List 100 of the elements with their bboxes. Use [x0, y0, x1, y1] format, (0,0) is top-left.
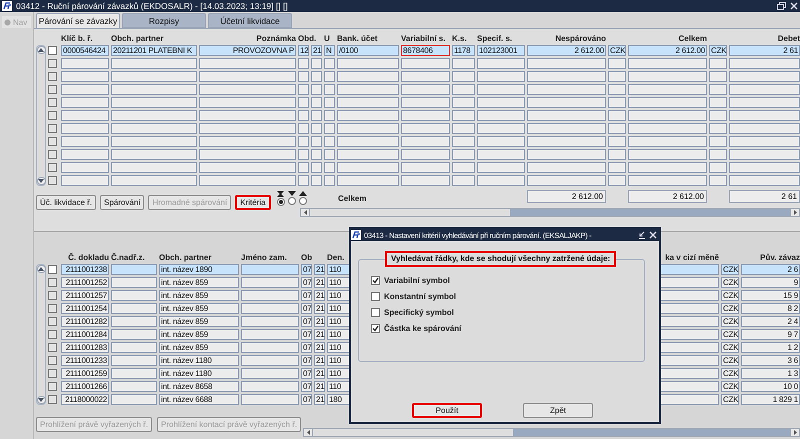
- column-header: Specif. s.: [477, 34, 512, 44]
- table-cell: 12: [298, 45, 309, 56]
- table-cell: CZK: [721, 355, 739, 366]
- table-cell: int. název 1890: [159, 264, 239, 275]
- table-cell: 21: [314, 290, 325, 301]
- dialog-button[interactable]: Použít: [412, 403, 482, 418]
- column-header: Obch. partner: [111, 34, 164, 44]
- table-cell: 21: [314, 277, 325, 288]
- table-cell: 21: [314, 381, 325, 392]
- total-field: 2 612.00: [628, 190, 707, 203]
- tab[interactable]: Párování se závazky: [36, 13, 120, 28]
- table-cell: 07: [301, 316, 312, 327]
- table-cell: 07: [301, 368, 312, 379]
- table-cell: int. název 859: [159, 277, 239, 288]
- action-button[interactable]: Úč. likvidace ř.: [36, 195, 96, 210]
- table-cell: 8678406: [401, 45, 450, 56]
- column-header: K.s.: [452, 34, 467, 44]
- table-cell: 2 61: [729, 45, 800, 56]
- table-cell: 1178: [452, 45, 475, 56]
- table-cell: 2 4: [741, 316, 800, 327]
- table-cell: 21: [314, 394, 325, 405]
- table-cell: 2111001238: [61, 264, 109, 275]
- table-cell: CZK: [721, 290, 739, 301]
- column-header: Jméno zam.: [241, 253, 287, 263]
- column-header: Nespárováno: [555, 34, 606, 44]
- option-label: Konstantní symbol: [384, 292, 456, 301]
- table-cell: 1 829 1: [741, 394, 800, 405]
- table-cell: 2111001257: [61, 290, 109, 301]
- table-cell: int. název 8658: [159, 381, 239, 392]
- column-header: Č. dokladu: [68, 253, 109, 263]
- totals-label: Celkem: [338, 194, 366, 202]
- dialog-button[interactable]: Zpět: [523, 403, 593, 418]
- window-title: 03412 - Ruční párování závazků (EKDOSALR) - [14.03.2023; 13:19] [] []: [16, 1, 288, 11]
- table-cell: 07: [301, 277, 312, 288]
- table-cell: int. název 859: [159, 316, 239, 327]
- group-label: Vyhledávat řádky, kde se shodují všechny zatržené údaje:: [385, 251, 616, 267]
- table-cell: 21: [314, 355, 325, 366]
- tab[interactable]: Účetní likvidace: [208, 13, 292, 28]
- table-cell: int. název 6688: [159, 394, 239, 405]
- total-field: 2 612.00: [527, 190, 606, 203]
- table-cell: CZK: [721, 368, 739, 379]
- column-header: Obd.: [298, 34, 316, 44]
- column-header: Č.nadř.z.: [111, 253, 145, 263]
- table-cell: int. název 859: [159, 290, 239, 301]
- table-cell: 10 0: [741, 381, 800, 392]
- option-label: Částka ke spárování: [384, 324, 462, 333]
- table-cell: CZK: [709, 45, 727, 56]
- table-cell: 21: [314, 303, 325, 314]
- total-field: 2 61: [729, 190, 800, 203]
- option-label: Variabilní symbol: [384, 276, 450, 285]
- table-cell: 1 2: [741, 342, 800, 353]
- table-cell: 2 612.00: [628, 45, 707, 56]
- table-cell: 1 3: [741, 368, 800, 379]
- table-cell: 21: [314, 342, 325, 353]
- table-cell: CZK: [721, 329, 739, 340]
- column-header: Variabilní s.: [401, 34, 446, 44]
- table-cell: 9 7: [741, 329, 800, 340]
- table-cell: 2111001266: [61, 381, 109, 392]
- table-cell: 2111001233: [61, 355, 109, 366]
- table-cell: 0000546424: [61, 45, 109, 56]
- table-cell: 20211201 PLATEBNI K: [111, 45, 197, 56]
- table-cell: 2 6: [741, 264, 800, 275]
- table-cell: CZK: [721, 277, 739, 288]
- table-cell: 07: [301, 342, 312, 353]
- column-header: Bank. účet: [337, 34, 378, 44]
- table-cell: 07: [301, 264, 312, 275]
- table-cell: 07: [301, 394, 312, 405]
- table-cell: 9: [741, 277, 800, 288]
- table-cell: 21: [314, 264, 325, 275]
- tab[interactable]: Rozpisy: [122, 13, 206, 28]
- column-header: Celkem: [678, 34, 707, 44]
- table-cell: CZK: [721, 316, 739, 327]
- table-cell: 07: [301, 303, 312, 314]
- table-cell: 07: [301, 329, 312, 340]
- table-cell: 2111001282: [61, 316, 109, 327]
- column-header: ka v cizí měně: [665, 253, 719, 263]
- table-cell: 2111001283: [61, 342, 109, 353]
- table-cell: 21: [314, 368, 325, 379]
- table-cell: PROVOZOVNA P: [199, 45, 296, 56]
- table-cell: /0100: [337, 45, 399, 56]
- table-cell: 2111001284: [61, 329, 109, 340]
- table-cell: 2118000022: [61, 394, 109, 405]
- column-header: U: [324, 34, 330, 44]
- table-cell: int. název 859: [159, 342, 239, 353]
- table-cell: 07: [301, 381, 312, 392]
- column-header: Debet: [778, 34, 800, 44]
- table-cell: CZK: [721, 303, 739, 314]
- column-header: Obch. partner: [159, 253, 212, 263]
- action-button[interactable]: Kritéria: [235, 195, 271, 210]
- table-cell: 2111001259: [61, 368, 109, 379]
- table-cell: 07: [301, 355, 312, 366]
- table-cell: CZK: [721, 381, 739, 392]
- action-button[interactable]: Spárování: [100, 195, 144, 210]
- column-header: Klíč b. ř.: [61, 34, 93, 44]
- table-cell: CZK: [721, 264, 739, 275]
- table-cell: 15 9: [741, 290, 800, 301]
- table-cell: int. název 859: [159, 329, 239, 340]
- column-header: Poznámka: [256, 34, 296, 44]
- table-cell: 2111001254: [61, 303, 109, 314]
- table-cell: int. název 1180: [159, 368, 239, 379]
